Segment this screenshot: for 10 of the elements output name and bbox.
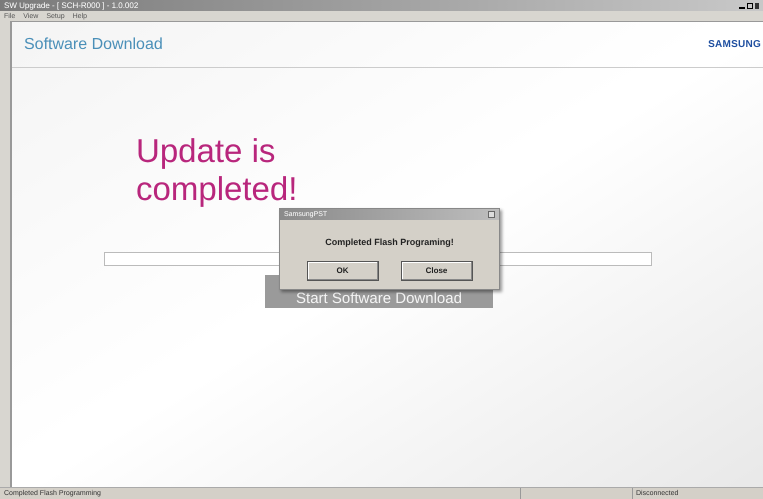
dialog-message: Completed Flash Programing! (324, 236, 455, 249)
dialog-button[interactable]: OK (306, 260, 378, 280)
dialog-button[interactable]: Close (400, 260, 472, 280)
status-heading: completed! (136, 170, 298, 208)
window-title: SW Upgrade - [ SCH-R000 ] - 1.0.002 (4, 2, 138, 10)
page-title: Software Download (24, 34, 163, 54)
minimize-icon[interactable] (739, 6, 745, 8)
status-heading: Update is (136, 132, 276, 170)
brand-logo: SAMSUNG (708, 38, 761, 52)
maximize-icon[interactable] (747, 2, 753, 8)
